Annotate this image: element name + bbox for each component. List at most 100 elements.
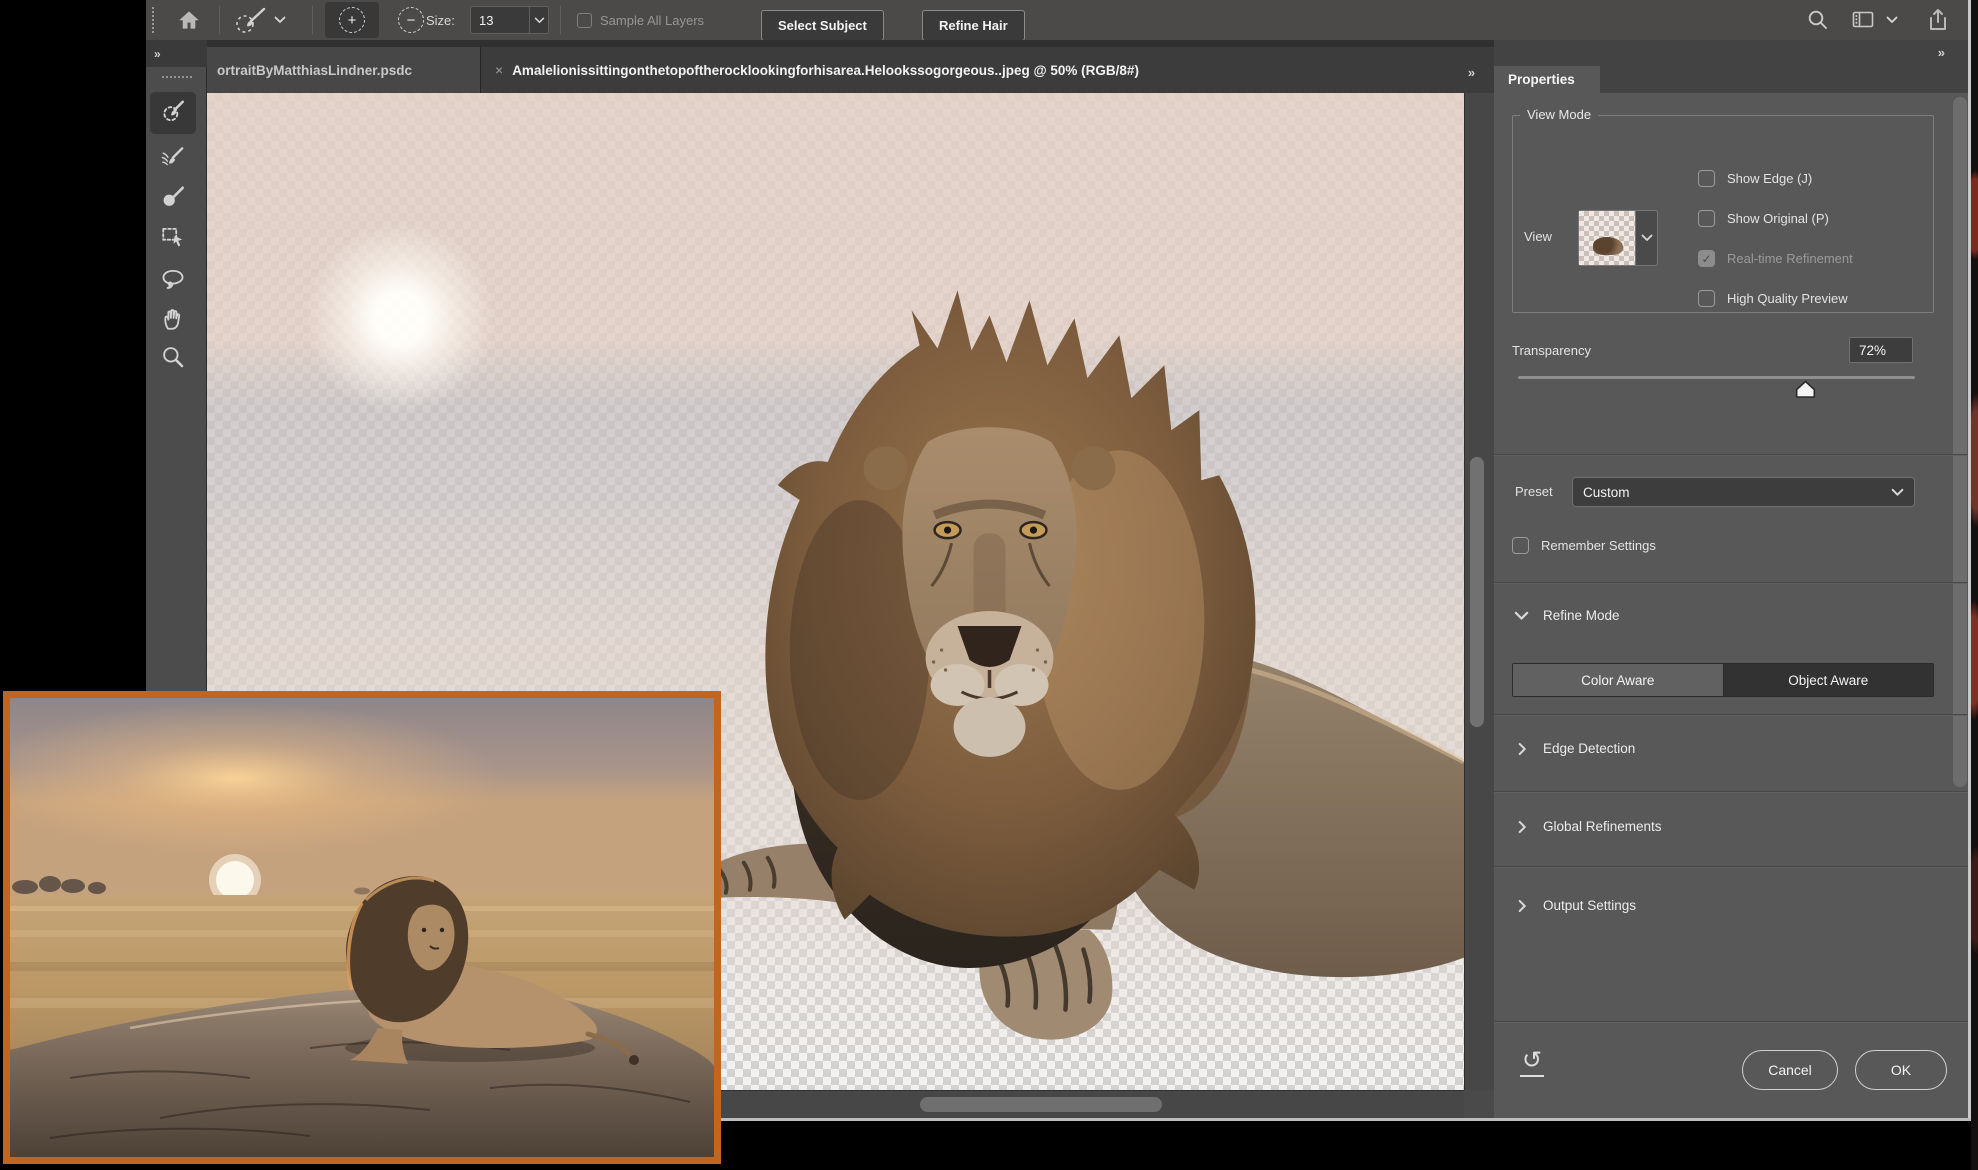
preset-value: Custom — [1583, 485, 1630, 500]
options-bar-drag-handle[interactable] — [152, 0, 154, 40]
add-brush-icon: + — [339, 7, 365, 33]
window-right-edge — [1968, 0, 1971, 1121]
separator — [560, 0, 561, 40]
divider — [1494, 791, 1968, 792]
view-mode-legend: View Mode — [1520, 107, 1598, 122]
divider — [1494, 866, 1968, 867]
color-aware-button[interactable]: Color Aware — [1513, 664, 1723, 696]
add-to-selection-button[interactable]: + — [325, 2, 379, 38]
canvas-vertical-scrollbar-thumb[interactable] — [1470, 457, 1484, 727]
tool-lasso[interactable] — [150, 260, 196, 302]
divider — [1494, 582, 1968, 583]
refine-edge-brush-tool-icon — [160, 144, 186, 175]
divider — [1494, 714, 1968, 715]
object-selection-tool-icon — [160, 224, 186, 255]
realtime-refinement-checkbox[interactable]: ✓ — [1698, 250, 1715, 267]
show-edge-label: Show Edge (J) — [1727, 171, 1812, 186]
options-bar: + − Size: 13 Sample All Layers Select Su… — [146, 0, 1968, 41]
high-quality-preview-checkbox[interactable] — [1698, 290, 1715, 307]
brush-size-dropdown[interactable]: 13 — [470, 7, 549, 33]
show-original-label: Show Original (P) — [1727, 211, 1829, 226]
search-icon — [1806, 8, 1830, 32]
search-button[interactable] — [1806, 0, 1830, 40]
view-thumbnail — [1579, 211, 1635, 265]
show-edge-control[interactable]: Show Edge (J) — [1698, 170, 1812, 187]
show-original-checkbox[interactable] — [1698, 210, 1715, 227]
workspace-icon — [1850, 8, 1876, 32]
object-aware-button[interactable]: Object Aware — [1723, 664, 1934, 696]
properties-panel-header: » — [1494, 40, 1968, 66]
transparency-label: Transparency — [1512, 343, 1591, 358]
preset-label: Preset — [1515, 484, 1553, 499]
chevron-right-icon — [1518, 742, 1527, 756]
preset-dropdown[interactable]: Custom — [1572, 477, 1915, 507]
realtime-refinement-control[interactable]: ✓ Real-time Refinement — [1698, 250, 1853, 267]
document-tab-bar: ortraitByMatthiasLindner.psdc × Amalelio… — [207, 40, 1494, 93]
quick-selection-tool-icon — [160, 98, 186, 129]
share-button[interactable] — [1924, 0, 1952, 40]
edge-detection-label: Edge Detection — [1543, 741, 1635, 756]
refine-mode-label: Refine Mode — [1543, 608, 1620, 623]
cancel-button[interactable]: Cancel — [1742, 1050, 1838, 1090]
output-settings-section[interactable]: Output Settings — [1518, 898, 1636, 913]
remember-settings-label: Remember Settings — [1541, 538, 1656, 553]
refine-hair-button[interactable]: Refine Hair — [922, 5, 1025, 45]
tool-hand[interactable] — [150, 300, 196, 342]
tool-object-selection[interactable] — [150, 218, 196, 260]
properties-panel: View Mode View Show Edge (J) Show Origin… — [1494, 93, 1968, 1118]
tools-panel-drag-handle[interactable] — [162, 76, 192, 78]
transparency-slider-track[interactable] — [1518, 376, 1915, 379]
transparency-value-field[interactable]: 72% — [1849, 337, 1913, 363]
chevron-down-icon — [1635, 211, 1657, 265]
reset-button[interactable]: ↺ — [1520, 1049, 1544, 1073]
quick-selection-brush-icon — [232, 5, 268, 35]
sample-all-layers-checkbox[interactable] — [577, 13, 592, 28]
high-quality-preview-label: High Quality Preview — [1727, 291, 1848, 306]
tool-zoom[interactable] — [150, 338, 196, 380]
global-refinements-section[interactable]: Global Refinements — [1518, 819, 1662, 834]
current-tool-button[interactable] — [232, 0, 286, 40]
tools-panel-expand-button[interactable]: » — [146, 40, 207, 67]
screenshot-root: + − Size: 13 Sample All Layers Select Su… — [0, 0, 1978, 1170]
sample-all-layers-control[interactable]: Sample All Layers — [577, 0, 704, 40]
savanna-sunset-scene — [10, 698, 714, 1157]
panel-collapse-icon[interactable]: » — [1938, 45, 1946, 60]
tool-brush[interactable] — [150, 178, 196, 220]
workspace-switcher-button[interactable] — [1850, 0, 1898, 40]
hand-tool-icon — [160, 306, 186, 337]
select-subject-button[interactable]: Select Subject — [761, 5, 884, 45]
zoom-tool-icon — [160, 344, 186, 375]
brush-size-value: 13 — [471, 13, 529, 28]
divider — [1494, 1021, 1968, 1022]
reset-icon: ↺ — [1520, 1047, 1544, 1077]
properties-tab-row: Properties — [1494, 66, 1968, 93]
tool-quick-selection[interactable] — [150, 92, 196, 134]
edge-detection-section[interactable]: Edge Detection — [1518, 741, 1635, 756]
remember-settings-checkbox[interactable] — [1512, 537, 1529, 554]
chevron-right-icon — [1518, 820, 1527, 834]
chevron-down-icon — [1891, 488, 1904, 497]
separator — [312, 0, 313, 40]
home-button[interactable] — [176, 0, 202, 40]
original-photo-overlay — [3, 691, 721, 1164]
tab-properties[interactable]: Properties — [1494, 66, 1600, 93]
canvas-horizontal-scrollbar-thumb[interactable] — [920, 1097, 1162, 1112]
tab-overflow-icon[interactable]: » — [1455, 58, 1489, 86]
chevron-down-icon — [1514, 611, 1529, 621]
tool-refine-edge-brush[interactable] — [150, 138, 196, 180]
transparency-slider-handle[interactable] — [1795, 380, 1816, 399]
ok-button[interactable]: OK — [1855, 1050, 1947, 1090]
home-icon — [176, 7, 202, 33]
remember-settings-control[interactable]: Remember Settings — [1512, 537, 1656, 554]
view-dropdown[interactable] — [1578, 210, 1658, 266]
document-tab-inactive[interactable]: ortraitByMatthiasLindner.psdc — [207, 47, 481, 93]
global-refinements-label: Global Refinements — [1543, 819, 1662, 834]
size-label: Size: — [426, 0, 455, 40]
show-edge-checkbox[interactable] — [1698, 170, 1715, 187]
show-original-control[interactable]: Show Original (P) — [1698, 210, 1829, 227]
high-quality-preview-control[interactable]: High Quality Preview — [1698, 290, 1848, 307]
refine-mode-header[interactable]: Refine Mode — [1514, 608, 1620, 623]
tab-close-icon[interactable]: × — [495, 62, 503, 78]
chevron-down-icon — [529, 7, 548, 33]
panel-scrollbar-thumb[interactable] — [1953, 97, 1967, 787]
